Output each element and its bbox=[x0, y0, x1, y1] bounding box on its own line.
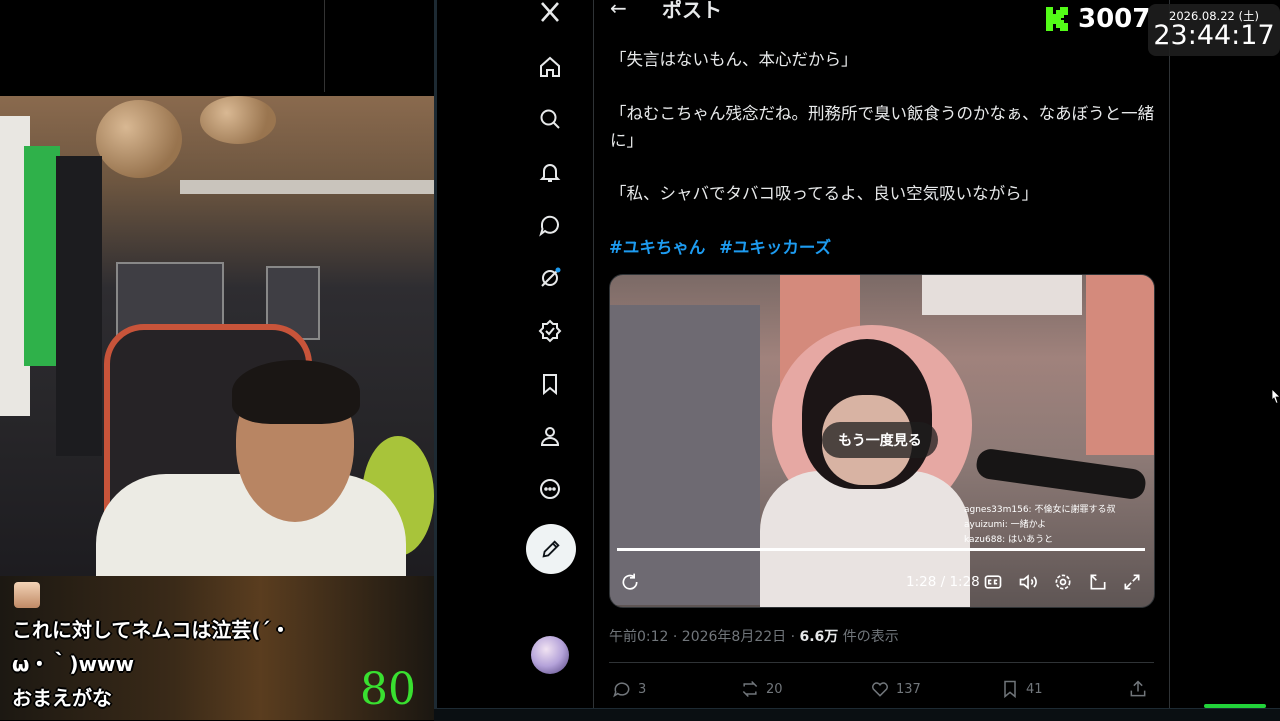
grok-icon[interactable] bbox=[536, 264, 564, 292]
video-clutter bbox=[610, 305, 760, 605]
search-icon[interactable] bbox=[536, 105, 564, 133]
viewer-count: 3007 bbox=[1078, 4, 1151, 34]
bookmark-button[interactable]: 41 bbox=[1000, 679, 1043, 699]
settings-icon[interactable] bbox=[1053, 572, 1073, 592]
captions-icon[interactable] bbox=[983, 572, 1003, 592]
hanging-shirt bbox=[24, 146, 60, 366]
bottom-strip bbox=[434, 708, 1280, 721]
compose-icon bbox=[542, 540, 560, 558]
mouse-cursor-icon bbox=[1271, 388, 1280, 404]
messages-icon[interactable] bbox=[536, 211, 564, 239]
repost-count: 20 bbox=[766, 681, 783, 697]
like-button[interactable]: 137 bbox=[870, 679, 921, 699]
webcam-feed bbox=[0, 96, 434, 576]
hashtag-link[interactable]: #ユキちゃん bbox=[609, 238, 705, 257]
post-meta: 午前0:12 · 2026年8月22日 · 6.6万 件の表示 bbox=[609, 626, 899, 646]
panel-divider bbox=[324, 0, 325, 92]
like-count: 137 bbox=[896, 681, 921, 697]
reply-count: 3 bbox=[638, 681, 647, 697]
wall-shelf bbox=[180, 180, 434, 194]
repost-icon bbox=[742, 680, 758, 698]
verified-icon[interactable] bbox=[536, 317, 564, 345]
video-chat-overlay: agnes33m156: 不倫女に謝罪する叔 ayuizumi: 一緒かよ ka… bbox=[964, 503, 1144, 548]
views-label: 件の表示 bbox=[838, 629, 899, 645]
bookmark-icon bbox=[1004, 680, 1016, 699]
bookmark-count: 41 bbox=[1026, 681, 1043, 697]
tweet-text-line: 「私、シャバでタバコ吸ってるよ、良い空気吸いながら」 bbox=[610, 184, 1039, 203]
view-count: 6.6万 bbox=[799, 629, 839, 645]
video-chat-line: ayuizumi: 一緒かよ bbox=[964, 520, 1047, 530]
score-counter: 80 bbox=[360, 664, 416, 715]
rail-divider bbox=[593, 0, 594, 720]
video-chat-line: kazu688: はいあうと bbox=[964, 535, 1054, 545]
fullscreen-icon[interactable] bbox=[1122, 572, 1142, 592]
heart-icon bbox=[872, 682, 888, 697]
chat-user-avatar bbox=[14, 582, 40, 608]
replay-icon[interactable] bbox=[620, 572, 640, 592]
back-arrow-icon[interactable]: ← bbox=[610, 0, 630, 20]
ceiling-lamp bbox=[200, 96, 276, 144]
status-indicator-bar bbox=[1204, 704, 1266, 708]
share-icon bbox=[1130, 680, 1146, 697]
more-icon[interactable] bbox=[536, 475, 564, 503]
tweet-text-line: に」 bbox=[610, 131, 643, 150]
reply-button[interactable]: 3 bbox=[612, 679, 646, 699]
video-progress-bar[interactable] bbox=[617, 548, 1145, 551]
tweet-text-line: 「ねむこちゃん残念だね。刑務所で臭い飯食うのかなぁ、なあぼうと一緒 bbox=[610, 104, 1155, 123]
share-button[interactable] bbox=[1128, 679, 1148, 699]
profile-icon[interactable] bbox=[536, 422, 564, 450]
video-microphone bbox=[974, 447, 1148, 501]
pip-icon[interactable] bbox=[1088, 572, 1108, 592]
repost-button[interactable]: 20 bbox=[740, 679, 783, 699]
tweet-text-line: 「失言はないもん、本心だから」 bbox=[610, 50, 858, 69]
kick-logo-icon bbox=[1046, 7, 1068, 31]
hashtag-link[interactable]: #ユキッカーズ bbox=[719, 238, 831, 257]
chat-message-line: ω・｀)www bbox=[12, 652, 134, 676]
account-avatar[interactable] bbox=[531, 636, 569, 674]
post-timestamp[interactable]: 午前0:12 · 2026年8月22日 · bbox=[609, 629, 800, 645]
streamer-hair bbox=[232, 360, 360, 424]
video-chat-line: agnes33m156: 不倫女に謝罪する叔 bbox=[964, 505, 1116, 515]
video-timestamp: 1:28 / 1:28 bbox=[906, 574, 980, 590]
video-poster bbox=[922, 275, 1082, 315]
chat-message-line: おまえがな bbox=[12, 686, 112, 710]
video-curtain bbox=[1086, 275, 1154, 455]
hashtag-list: #ユキちゃん #ユキッカーズ bbox=[609, 234, 839, 258]
ceiling-lamp bbox=[96, 100, 182, 178]
page-title: ポスト bbox=[662, 0, 722, 22]
x-logo-icon[interactable] bbox=[536, 0, 564, 26]
notifications-icon[interactable] bbox=[536, 158, 564, 186]
hanging-shirt bbox=[56, 156, 102, 456]
compose-post-button[interactable] bbox=[526, 524, 576, 574]
divider bbox=[609, 662, 1154, 663]
replay-button[interactable]: もう一度見る bbox=[822, 422, 938, 458]
home-icon[interactable] bbox=[536, 53, 564, 81]
content-divider bbox=[1169, 0, 1170, 720]
reply-icon bbox=[613, 682, 630, 698]
chat-message-line: これに対してネムコは泣芸(´・ bbox=[12, 618, 291, 642]
clock-time: 23:44:17 bbox=[1153, 20, 1275, 51]
volume-icon[interactable] bbox=[1018, 572, 1038, 592]
bookmarks-icon[interactable] bbox=[536, 370, 564, 398]
